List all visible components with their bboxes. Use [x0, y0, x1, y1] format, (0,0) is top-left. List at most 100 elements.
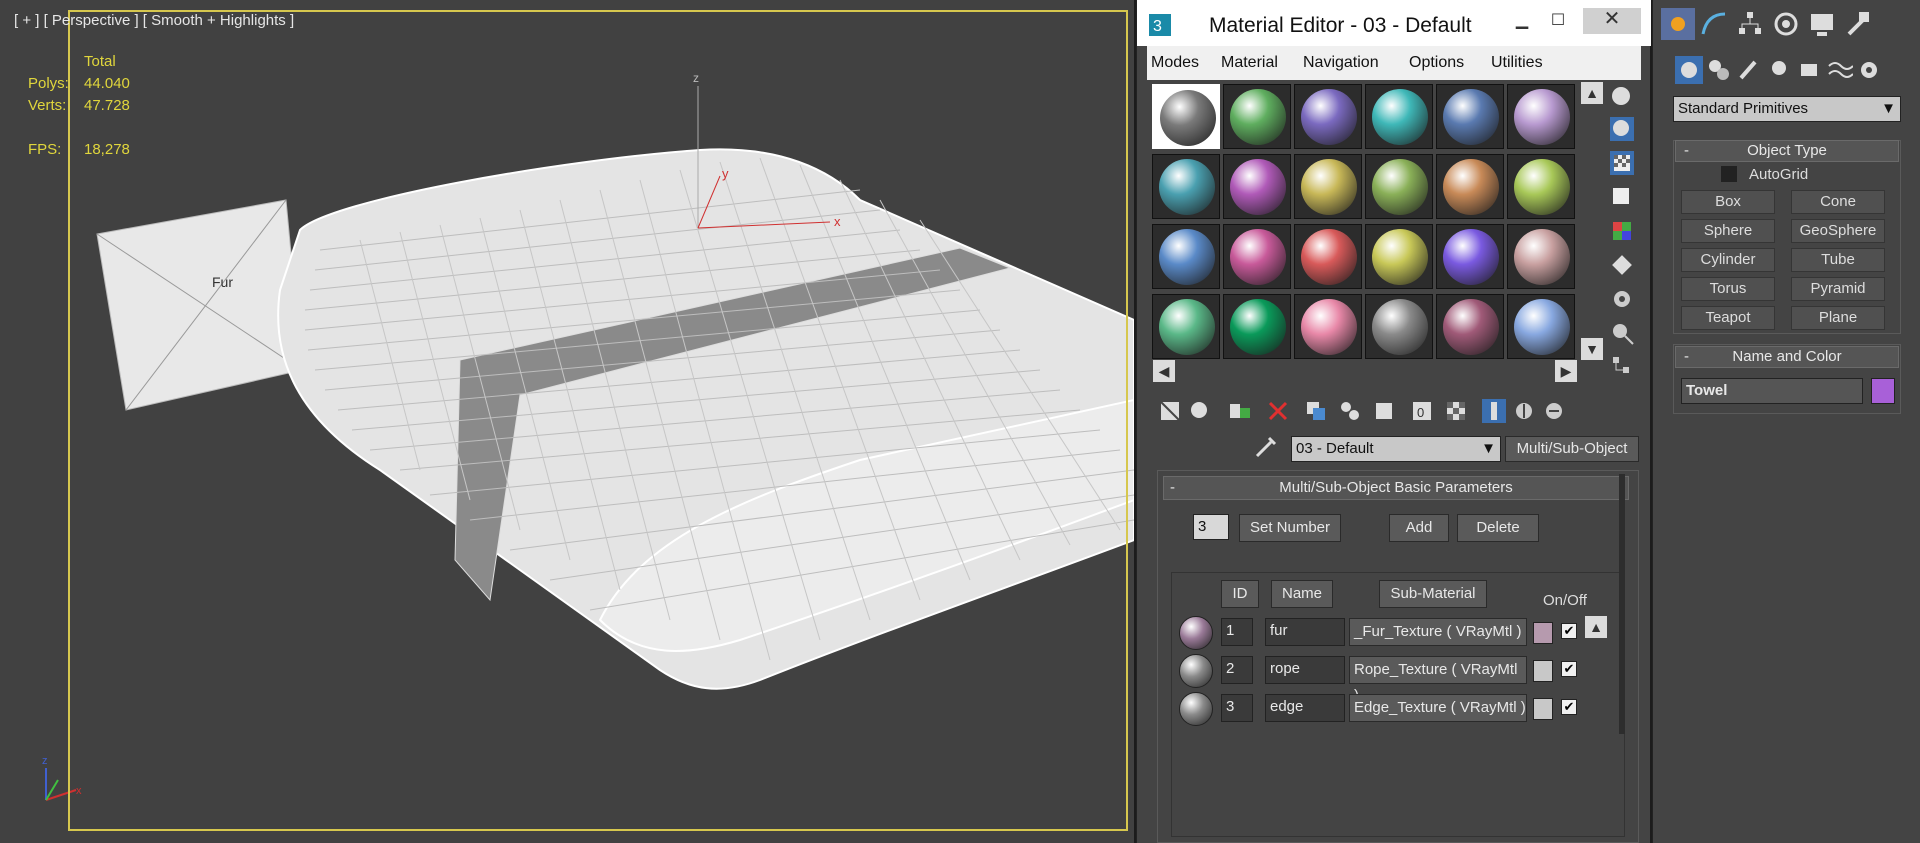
submaterial-button[interactable]: Edge_Texture ( VRayMtl ) [1349, 694, 1527, 722]
material-sample-slot[interactable] [1507, 154, 1575, 219]
list-scroll-up[interactable]: ▲ [1585, 616, 1607, 638]
autogrid-checkbox[interactable] [1721, 166, 1737, 182]
create-plane-button[interactable]: Plane [1791, 306, 1885, 330]
systems-icon[interactable] [1855, 56, 1883, 84]
sort-by-id-button[interactable]: ID [1221, 580, 1259, 608]
assign-material-to-selection-icon[interactable] [1227, 398, 1253, 424]
material-sample-slot[interactable] [1223, 224, 1291, 289]
material-id-channel-icon[interactable]: 0 [1409, 398, 1435, 424]
menu-options[interactable]: Options [1409, 54, 1464, 72]
make-unique-icon[interactable] [1337, 398, 1363, 424]
submaterial-name-field[interactable]: fur [1265, 618, 1345, 646]
material-sample-slot[interactable] [1436, 224, 1504, 289]
material-sample-slot[interactable] [1436, 84, 1504, 149]
backlight-icon[interactable] [1609, 116, 1635, 142]
close-button[interactable]: ✕ [1583, 8, 1641, 34]
slots-scroll-left[interactable]: ◀ [1153, 360, 1175, 382]
get-material-icon[interactable] [1157, 398, 1183, 424]
material-sample-slot[interactable] [1152, 294, 1220, 359]
create-box-button[interactable]: Box [1681, 190, 1775, 214]
material-sample-slot[interactable] [1294, 294, 1362, 359]
space-warps-icon[interactable] [1825, 56, 1853, 84]
create-cylinder-button[interactable]: Cylinder [1681, 248, 1775, 272]
make-preview-icon[interactable] [1609, 252, 1635, 278]
material-sample-slot[interactable] [1294, 154, 1362, 219]
object-color-swatch[interactable] [1871, 378, 1895, 404]
material-name-dropdown[interactable]: 03 - Default ▼ [1291, 436, 1501, 462]
put-material-to-scene-icon[interactable] [1187, 398, 1213, 424]
submaterial-name-field[interactable]: edge [1265, 694, 1345, 722]
create-tube-button[interactable]: Tube [1791, 248, 1885, 272]
menu-material[interactable]: Material [1221, 54, 1278, 72]
viewport-label[interactable]: [ + ] [ Perspective ] [ Smooth + Highlig… [14, 12, 294, 29]
material-sample-slot[interactable] [1365, 294, 1433, 359]
submaterial-onoff-checkbox[interactable]: ✔ [1561, 661, 1577, 677]
show-end-result-icon[interactable] [1481, 398, 1507, 424]
material-sample-slot[interactable] [1294, 84, 1362, 149]
rollout-multisub-basic-params[interactable]: - Multi/Sub-Object Basic Parameters [1163, 476, 1629, 500]
sort-by-submaterial-button[interactable]: Sub-Material [1379, 580, 1487, 608]
create-tab-icon[interactable] [1661, 8, 1695, 40]
sample-type-icon[interactable] [1609, 84, 1635, 110]
object-name-input[interactable]: Towel [1681, 378, 1863, 404]
material-sample-slot[interactable] [1436, 154, 1504, 219]
submaterial-preview[interactable] [1179, 692, 1213, 726]
create-cone-button[interactable]: Cone [1791, 190, 1885, 214]
perspective-viewport[interactable]: z x y z x [ + ] [ Perspective ] [ Smooth… [0, 0, 1134, 843]
modify-tab-icon[interactable] [1697, 8, 1731, 40]
reset-map-icon[interactable] [1265, 398, 1291, 424]
go-to-parent-icon[interactable] [1511, 398, 1537, 424]
show-shaded-material-icon[interactable] [1443, 398, 1469, 424]
submaterial-color-swatch[interactable] [1533, 698, 1553, 720]
slots-scroll-down[interactable]: ▼ [1581, 338, 1603, 360]
submaterial-button[interactable]: Rope_Texture ( VRayMtl ) [1349, 656, 1527, 704]
create-pyramid-button[interactable]: Pyramid [1791, 277, 1885, 301]
cameras-icon[interactable] [1765, 56, 1793, 84]
submaterial-name-field[interactable]: rope [1265, 656, 1345, 684]
create-geosphere-button[interactable]: GeoSphere [1791, 219, 1885, 243]
display-tab-icon[interactable] [1805, 8, 1839, 40]
material-editor-titlebar[interactable]: 3 Material Editor - 03 - Default ▁ ☐ ✕ [1137, 0, 1651, 46]
slots-scroll-right[interactable]: ▶ [1555, 360, 1577, 382]
slots-scroll-up[interactable]: ▲ [1581, 82, 1603, 104]
create-teapot-button[interactable]: Teapot [1681, 306, 1775, 330]
lights-icon[interactable] [1735, 56, 1763, 84]
rollout-scrollbar[interactable] [1619, 474, 1625, 734]
submaterial-id-field[interactable]: 2 [1221, 656, 1253, 684]
material-type-button[interactable]: Multi/Sub-Object [1505, 436, 1639, 462]
submaterial-id-field[interactable]: 1 [1221, 618, 1253, 646]
shapes-icon[interactable] [1705, 56, 1733, 84]
submaterial-onoff-checkbox[interactable]: ✔ [1561, 699, 1577, 715]
material-sample-slot[interactable] [1507, 224, 1575, 289]
select-by-material-icon[interactable] [1609, 320, 1635, 346]
create-sphere-button[interactable]: Sphere [1681, 219, 1775, 243]
submaterial-preview[interactable] [1179, 616, 1213, 650]
geometry-icon[interactable] [1675, 56, 1703, 84]
material-sample-slot[interactable] [1223, 154, 1291, 219]
submaterial-button[interactable]: _Fur_Texture ( VRayMtl ) [1349, 618, 1527, 646]
submaterial-color-swatch[interactable] [1533, 622, 1553, 644]
submaterial-preview[interactable] [1179, 654, 1213, 688]
material-sample-slot[interactable] [1365, 154, 1433, 219]
submaterial-onoff-checkbox[interactable]: ✔ [1561, 623, 1577, 639]
minimize-button[interactable]: ▁ [1507, 10, 1537, 32]
create-torus-button[interactable]: Torus [1681, 277, 1775, 301]
background-checker-icon[interactable] [1609, 150, 1635, 176]
set-number-button[interactable]: Set Number [1239, 514, 1341, 542]
object-type-header[interactable]: - Object Type [1675, 140, 1899, 162]
sort-by-name-button[interactable]: Name [1271, 580, 1333, 608]
material-sample-slot[interactable] [1436, 294, 1504, 359]
material-sample-slot[interactable] [1507, 84, 1575, 149]
material-sample-slot[interactable] [1223, 84, 1291, 149]
material-sample-slot[interactable] [1365, 224, 1433, 289]
hierarchy-tab-icon[interactable] [1733, 8, 1767, 40]
video-color-check-icon[interactable] [1609, 218, 1635, 244]
menu-modes[interactable]: Modes [1151, 54, 1199, 72]
material-sample-slot[interactable] [1152, 154, 1220, 219]
material-count-input[interactable]: 3 [1193, 514, 1229, 540]
category-dropdown[interactable]: Standard Primitives ▼ [1673, 96, 1901, 122]
put-to-library-icon[interactable] [1371, 398, 1397, 424]
material-sample-slot[interactable] [1507, 294, 1575, 359]
motion-tab-icon[interactable] [1769, 8, 1803, 40]
material-sample-slot[interactable] [1223, 294, 1291, 359]
